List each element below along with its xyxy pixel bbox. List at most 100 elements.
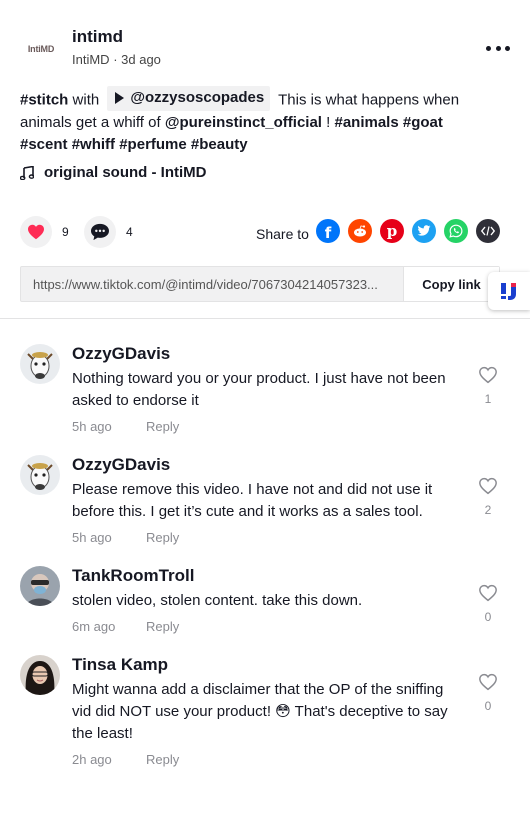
comment-time: 5h ago [72,530,112,545]
commenter-avatar[interactable] [20,655,60,695]
twitter-icon[interactable] [412,219,436,243]
hashtag-link[interactable]: #scent [20,136,68,153]
hashtag-link[interactable]: #perfume [119,136,187,153]
goat-avatar-image [20,455,60,495]
pinterest-icon[interactable]: p [380,219,404,243]
author-avatar-logo: IntiMD [27,44,55,54]
comment-icon [91,223,109,241]
hashtag-link[interactable]: #goat [403,114,443,131]
music-note-icon [20,165,34,180]
post-actions: 9 4 Share to f p [20,216,510,252]
video-detail-page: IntiMD intimd IntiMD · 3d ago #stitch wi… [0,0,530,827]
heart-outline-icon[interactable] [478,477,498,495]
comment-meta: 6m ago Reply [72,619,179,634]
desc-text: ! [326,113,331,131]
reply-button[interactable]: Reply [146,419,179,434]
commenter-avatar[interactable] [20,344,60,384]
comment-action: 4 [84,216,133,248]
post-header: IntiMD intimd IntiMD · 3d ago [20,24,510,74]
comment-item: TankRoomTroll stolen video, stolen conte… [0,562,530,651]
commenter-avatar[interactable] [20,455,60,495]
comment-text: stolen video, stolen content. take this … [72,592,363,609]
hashtag-link[interactable]: #animals [334,114,398,131]
comment-list: OzzyGDavis Nothing toward you or your pr… [0,340,530,781]
comment-time: 2h ago [72,752,112,767]
commenter-avatar[interactable] [20,566,60,606]
facebook-icon[interactable]: f [316,219,340,243]
reply-button[interactable]: Reply [146,752,179,767]
mention-link[interactable]: @pureinstinct_official [165,114,322,131]
copy-link-box: https://www.tiktok.com/@intimd/video/706… [20,266,500,302]
comment-meta: 5h ago Reply [72,419,179,434]
post-time: 3d ago [121,52,161,67]
meta-separator: · [113,52,122,67]
copy-link-button[interactable]: Copy link [403,267,499,301]
comment-time: 6m ago [72,619,116,634]
author-display-name: IntiMD [72,52,110,67]
heart-outline-icon[interactable] [478,673,498,691]
commenter-username[interactable]: OzzyGDavis [72,455,170,475]
commenter-username[interactable]: Tinsa Kamp [72,655,168,675]
comment-meta: 5h ago Reply [72,530,179,545]
heart-filled-icon [28,224,44,240]
comment-count: 4 [126,225,133,239]
comment-meta: 2h ago Reply [72,752,179,767]
hashtag-link[interactable]: #whiff [72,136,115,153]
section-divider [0,318,530,319]
comment-like-count: 0 [484,699,492,713]
share-label: Share to [256,226,309,242]
more-dot [495,45,501,51]
comment-like-count: 0 [484,610,492,624]
hashtag-link[interactable]: #beauty [191,136,248,153]
author-avatar[interactable]: IntiMD [20,28,62,70]
embed-icon[interactable] [476,219,500,243]
comment-like: 0 [476,673,500,713]
person-avatar-image [20,655,60,695]
sound-title: original sound - IntiMD [44,164,207,181]
stitch-source-user: @ozzysoscopades [130,89,265,106]
comment-like: 2 [476,477,500,517]
reddit-icon[interactable] [348,219,372,243]
heart-outline-icon[interactable] [478,366,498,384]
comment-text: Please remove this video. I have not and… [72,481,433,520]
comment-like: 0 [476,584,500,624]
comment-text: Nothing toward you or your product. I ju… [72,370,446,409]
comment-button[interactable] [84,216,116,248]
person-avatar-image [20,566,60,606]
comment-text: Might wanna add a disclaimer that the OP… [72,681,448,742]
comment-like-count: 2 [484,503,492,517]
like-action: 9 [20,216,69,248]
author-meta: IntiMD · 3d ago [72,52,161,67]
play-icon [115,92,125,105]
whatsapp-icon[interactable] [444,219,468,243]
reply-button[interactable]: Reply [146,530,179,545]
desc-text: with [72,91,100,109]
more-dot [505,45,510,51]
share-icons: f p [316,219,500,243]
comment-item: OzzyGDavis Please remove this video. I h… [0,451,530,562]
floating-extension-button[interactable] [488,272,530,310]
author-username[interactable]: intimd [72,27,123,47]
hashtag-link[interactable]: #stitch [20,91,68,108]
extension-logo-icon [501,283,516,300]
more-dot [486,45,491,51]
commenter-username[interactable]: TankRoomTroll [72,566,194,586]
stitch-source-chip[interactable]: @ozzysoscopades [107,86,271,111]
video-url[interactable]: https://www.tiktok.com/@intimd/video/706… [33,277,403,292]
comment-like-count: 1 [484,392,492,406]
like-count: 9 [62,225,69,239]
more-options-icon[interactable] [486,38,510,58]
sound-link[interactable]: original sound - IntiMD [20,164,206,181]
comment-like: 1 [476,366,500,406]
comment-time: 5h ago [72,419,112,434]
twitter-bird-glyph [417,225,431,236]
comment-item: OzzyGDavis Nothing toward you or your pr… [0,340,530,451]
heart-outline-icon[interactable] [478,584,498,602]
reply-button[interactable]: Reply [146,619,179,634]
like-button[interactable] [20,216,52,248]
commenter-username[interactable]: OzzyGDavis [72,344,170,364]
comment-item: Tinsa Kamp Might wanna add a disclaimer … [0,651,530,781]
whatsapp-glyph [449,224,463,238]
post-description: #stitch with @ozzysoscopades This is wha… [20,86,480,157]
goat-avatar-image [20,344,60,384]
